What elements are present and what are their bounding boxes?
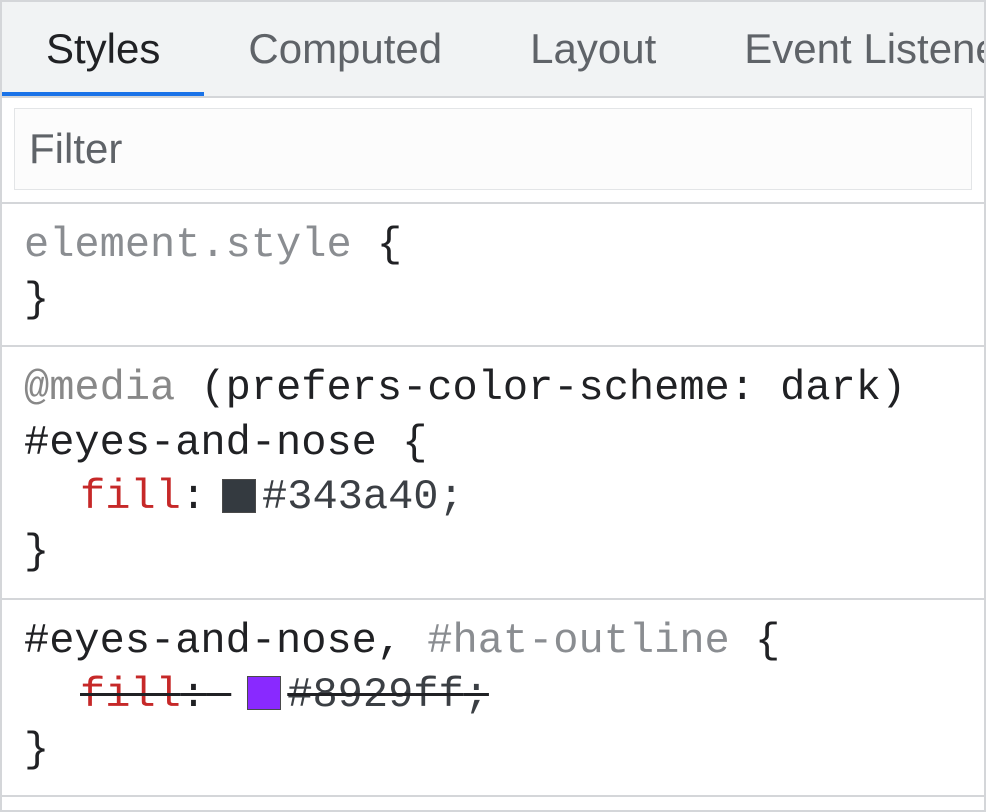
- property-name: fill: [80, 671, 181, 719]
- media-keyword: @media: [24, 364, 175, 412]
- selector-separator: ,: [377, 617, 427, 665]
- colon: :: [181, 671, 206, 719]
- selector-text: #eyes-and-nose: [24, 617, 377, 665]
- property-name: fill: [80, 470, 181, 525]
- styles-panel: Styles Computed Layout Event Listeners e…: [0, 0, 986, 812]
- tab-label: Computed: [248, 25, 442, 73]
- semicolon: ;: [464, 671, 489, 719]
- rule-block[interactable]: element.style { }: [2, 204, 984, 347]
- selector-text: element.style: [24, 221, 352, 269]
- colon: :: [181, 470, 206, 525]
- selector-line: #eyes-and-nose {: [24, 416, 962, 471]
- tab-computed[interactable]: Computed: [204, 2, 486, 96]
- tab-label: Layout: [530, 25, 656, 73]
- tab-bar: Styles Computed Layout Event Listeners: [2, 2, 984, 98]
- rule-block[interactable]: @media (prefers-color-scheme: dark) #eye…: [2, 347, 984, 599]
- selector-line: element.style {: [24, 218, 962, 273]
- rule-block[interactable]: #eyes-and-nose, #hat-outline { fill: #89…: [2, 600, 984, 798]
- selector-text: #hat-outline: [427, 617, 729, 665]
- property-value: #343a40: [262, 470, 438, 525]
- close-brace: }: [24, 273, 962, 328]
- color-swatch-icon[interactable]: [247, 676, 281, 710]
- rules-list: element.style { } @media (prefers-color-…: [2, 204, 984, 810]
- tab-layout[interactable]: Layout: [486, 2, 700, 96]
- color-swatch-icon[interactable]: [222, 479, 256, 513]
- tab-event-listeners[interactable]: Event Listeners: [700, 2, 984, 96]
- declaration[interactable]: fill: #8929ff;: [24, 668, 962, 723]
- open-brace: {: [755, 617, 780, 665]
- selector-text: #eyes-and-nose: [24, 419, 377, 467]
- close-brace: }: [24, 525, 962, 580]
- semicolon: ;: [438, 470, 463, 525]
- overridden-declaration: fill: #8929ff;: [80, 668, 489, 723]
- declaration[interactable]: fill: #343a40;: [24, 470, 962, 525]
- close-brace: }: [24, 723, 962, 778]
- filter-bar: [2, 98, 984, 204]
- tab-label: Event Listeners: [744, 25, 984, 73]
- open-brace: {: [377, 221, 402, 269]
- tab-label: Styles: [46, 25, 160, 73]
- tab-styles[interactable]: Styles: [2, 2, 204, 96]
- property-value: #8929ff: [287, 671, 463, 719]
- media-line: @media (prefers-color-scheme: dark): [24, 361, 962, 416]
- selector-line: #eyes-and-nose, #hat-outline {: [24, 614, 962, 669]
- filter-input[interactable]: [14, 108, 972, 190]
- media-condition: (prefers-color-scheme: dark): [200, 364, 906, 412]
- open-brace: {: [402, 419, 427, 467]
